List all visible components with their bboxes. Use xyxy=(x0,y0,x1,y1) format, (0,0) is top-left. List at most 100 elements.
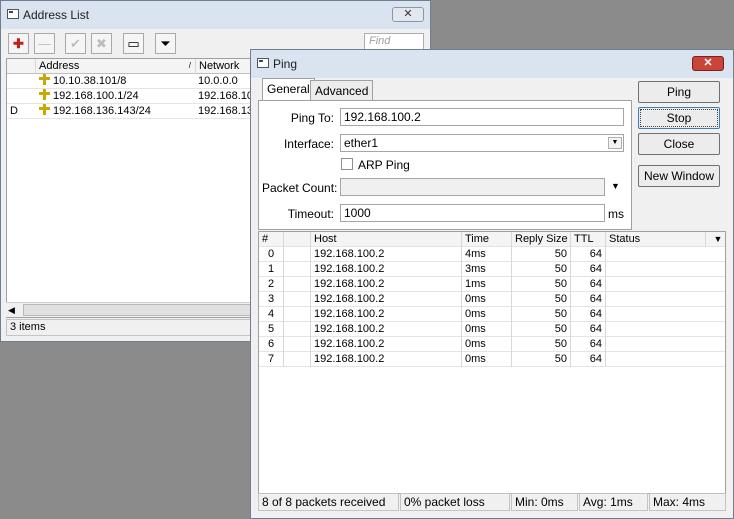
result-ttl: 64 xyxy=(570,352,605,367)
result-status xyxy=(605,307,725,322)
interface-dropdown-icon[interactable]: ▼ xyxy=(608,137,622,149)
arp-ping-checkbox[interactable] xyxy=(341,158,353,170)
max-time: Max: 4ms xyxy=(649,493,726,511)
result-reply-size: 50 xyxy=(511,352,570,367)
ping-result-row[interactable]: 5 192.168.100.2 0ms 50 64 xyxy=(259,322,725,337)
result-status xyxy=(605,247,725,262)
address-list-titlebar[interactable]: Address List ✕ xyxy=(1,1,430,29)
result-reply-size: 50 xyxy=(511,307,570,322)
result-number: 2 xyxy=(267,278,275,290)
filter-button[interactable]: ⏷ xyxy=(155,33,176,54)
result-ttl: 64 xyxy=(570,247,605,262)
result-host: 192.168.100.2 xyxy=(310,307,461,322)
ping-result-row[interactable]: 7 192.168.100.2 0ms 50 64 xyxy=(259,352,725,367)
filter-icon: ⏷ xyxy=(160,36,171,51)
column-header-address[interactable]: Address / xyxy=(35,59,195,74)
result-number: 6 xyxy=(267,338,275,350)
row-address: 192.168.100.1/24 xyxy=(39,89,195,104)
add-icon: ✚ xyxy=(13,36,24,51)
result-reply-size: 50 xyxy=(511,247,570,262)
result-ttl: 64 xyxy=(570,337,605,352)
stop-button[interactable]: Stop xyxy=(638,107,720,129)
packet-loss: 0% packet loss xyxy=(400,493,510,511)
ping-title: Ping xyxy=(273,57,298,71)
result-host: 192.168.100.2 xyxy=(310,277,461,292)
result-time: 4ms xyxy=(461,247,511,262)
result-reply-size: 50 xyxy=(511,277,570,292)
result-host: 192.168.100.2 xyxy=(310,247,461,262)
packet-count-input[interactable] xyxy=(340,178,605,196)
ip-address-icon xyxy=(39,74,50,85)
timeout-unit: ms xyxy=(608,207,624,221)
column-header-status[interactable]: Status xyxy=(605,232,705,247)
find-input[interactable]: Find xyxy=(364,33,424,50)
new-window-button[interactable]: New Window xyxy=(638,165,720,187)
remove-button[interactable]: — xyxy=(34,33,55,54)
result-ttl: 64 xyxy=(570,277,605,292)
ping-results-header: # Host Time Reply Size TTL Status ▼ xyxy=(259,232,725,247)
packet-count-dropdown-icon[interactable]: ▼ xyxy=(611,181,620,191)
ping-result-row[interactable]: 2 192.168.100.2 1ms 50 64 xyxy=(259,277,725,292)
result-status xyxy=(605,277,725,292)
result-reply-size: 50 xyxy=(511,337,570,352)
ping-button[interactable]: Ping xyxy=(638,81,720,103)
result-time: 3ms xyxy=(461,262,511,277)
row-flag xyxy=(10,74,35,89)
columns-menu-icon[interactable]: ▼ xyxy=(705,232,725,247)
result-number: 0 xyxy=(267,248,275,260)
add-button[interactable]: ✚ xyxy=(8,33,29,54)
ping-to-input[interactable]: 192.168.100.2 xyxy=(340,108,624,126)
result-status xyxy=(605,337,725,352)
result-host: 192.168.100.2 xyxy=(310,262,461,277)
result-host: 192.168.100.2 xyxy=(310,337,461,352)
ping-titlebar[interactable]: Ping ✕ xyxy=(251,50,733,78)
ping-to-label: Ping To: xyxy=(290,111,334,125)
column-header-host[interactable]: Host xyxy=(310,232,461,247)
tab-general[interactable]: General xyxy=(262,78,315,100)
ip-address-icon xyxy=(39,89,50,100)
result-host: 192.168.100.2 xyxy=(310,322,461,337)
disable-button[interactable]: ✖ xyxy=(91,33,112,54)
remove-icon: — xyxy=(38,36,51,51)
interface-select[interactable]: ether1 ▼ xyxy=(340,134,624,152)
interface-label: Interface: xyxy=(283,137,334,151)
address-list-title: Address List xyxy=(23,8,90,22)
packet-count-label: Packet Count: xyxy=(262,181,338,195)
result-number: 7 xyxy=(267,353,275,365)
column-header-number[interactable]: # xyxy=(259,232,283,247)
result-number: 4 xyxy=(267,308,275,320)
result-reply-size: 50 xyxy=(511,292,570,307)
result-host: 192.168.100.2 xyxy=(310,292,461,307)
ping-result-row[interactable]: 4 192.168.100.2 0ms 50 64 xyxy=(259,307,725,322)
disable-icon: ✖ xyxy=(96,36,107,51)
comment-button[interactable]: ▭ xyxy=(123,33,144,54)
column-header-ttl[interactable]: TTL xyxy=(570,232,605,247)
address-list-close-button[interactable]: ✕ xyxy=(392,7,424,22)
scroll-thumb[interactable] xyxy=(23,304,259,316)
result-ttl: 64 xyxy=(570,322,605,337)
ping-result-row[interactable]: 0 192.168.100.2 4ms 50 64 xyxy=(259,247,725,262)
ping-result-row[interactable]: 3 192.168.100.2 0ms 50 64 xyxy=(259,292,725,307)
timeout-input[interactable]: 1000 xyxy=(340,204,605,222)
min-time: Min: 0ms xyxy=(511,493,578,511)
tab-advanced[interactable]: Advanced xyxy=(310,80,374,101)
column-header-reply-size[interactable]: Reply Size xyxy=(511,232,570,247)
sort-arrow-icon: / xyxy=(188,61,191,70)
result-status xyxy=(605,262,725,277)
close-button[interactable]: Close xyxy=(638,133,720,155)
enable-button[interactable]: ✔ xyxy=(65,33,86,54)
result-ttl: 64 xyxy=(570,292,605,307)
result-time: 0ms xyxy=(461,352,511,367)
column-header-time[interactable]: Time xyxy=(461,232,511,247)
result-time: 0ms xyxy=(461,292,511,307)
scroll-left-icon[interactable]: ◀ xyxy=(8,305,15,316)
window-icon xyxy=(7,9,19,19)
result-status xyxy=(605,322,725,337)
ping-result-row[interactable]: 1 192.168.100.2 3ms 50 64 xyxy=(259,262,725,277)
avg-time: Avg: 1ms xyxy=(579,493,648,511)
result-time: 0ms xyxy=(461,337,511,352)
row-address: 192.168.136.143/24 xyxy=(39,104,195,119)
ping-result-row[interactable]: 6 192.168.100.2 0ms 50 64 xyxy=(259,337,725,352)
result-reply-size: 50 xyxy=(511,262,570,277)
ping-close-button[interactable]: ✕ xyxy=(692,56,724,71)
